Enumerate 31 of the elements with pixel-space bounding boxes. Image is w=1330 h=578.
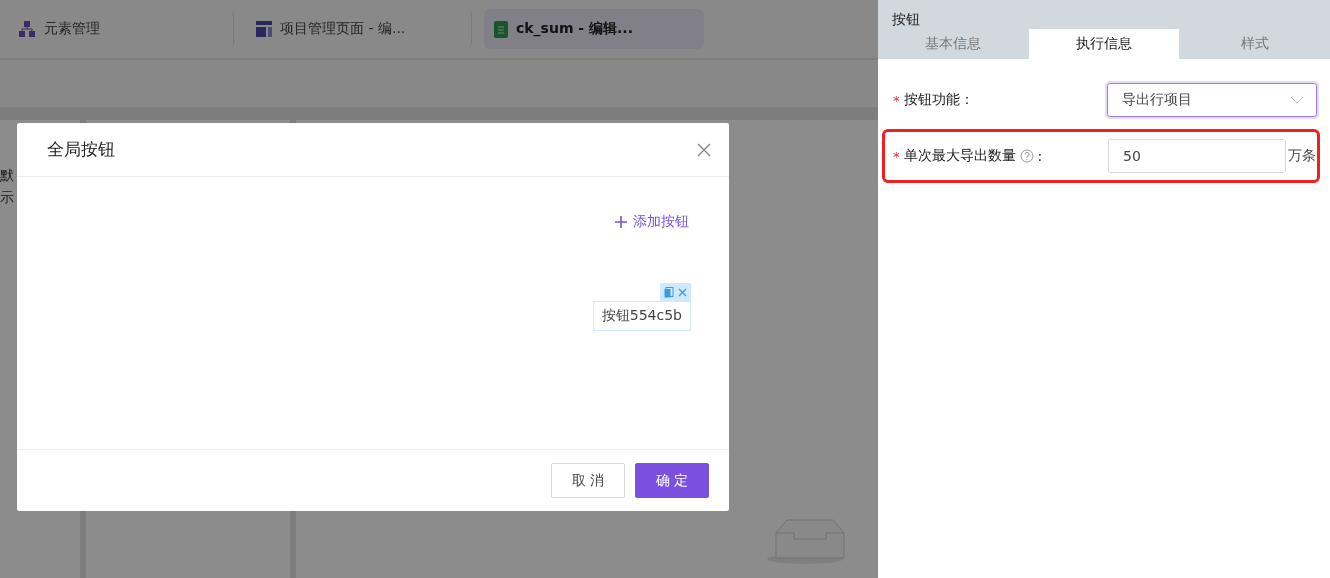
hierarchy-icon (18, 20, 36, 38)
panel-text: 默 (0, 166, 15, 185)
unit-label: 万条 (1288, 147, 1316, 165)
panel-tab[interactable]: 执行信息 (1028, 29, 1180, 59)
add-button-link[interactable]: 添加按钮 (615, 213, 689, 231)
panel-text: 示 (0, 188, 15, 207)
panel-title: 按钮 (892, 11, 920, 27)
field-label: 单次最大导出数量 (903, 147, 1016, 165)
select-field[interactable]: 导出行项目 (1107, 83, 1317, 117)
plus-icon (615, 216, 627, 228)
document-icon (494, 20, 508, 38)
label-colon: : (1037, 148, 1043, 164)
panel-tab[interactable]: 样式 (1179, 29, 1330, 59)
page-tab[interactable]: ck_sum - 编辑... (484, 9, 704, 49)
input-field[interactable]: 50 (1108, 139, 1286, 173)
close-icon[interactable] (697, 142, 711, 157)
chevron-down-icon (1290, 96, 1304, 104)
page-tab[interactable]: 项目管理页面 - 编... (246, 9, 472, 49)
dialog-title: 全局按钮 (47, 138, 115, 161)
preview-button[interactable]: 按钮554c5b (592, 301, 691, 331)
copy-icon[interactable] (664, 286, 674, 298)
cancel-button[interactable]: 取 消 (551, 463, 625, 498)
panel-tab[interactable]: 基本信息 (878, 29, 1029, 59)
required-mark: * (893, 92, 900, 108)
layout-icon (256, 21, 272, 37)
close-icon[interactable] (678, 287, 687, 297)
confirm-button[interactable]: 确 定 (635, 463, 709, 498)
page-tab[interactable]: 元素管理 (8, 9, 234, 49)
required-mark: * (893, 148, 900, 164)
field-label: 按钮功能： (903, 91, 974, 109)
help-icon[interactable] (1019, 149, 1034, 163)
